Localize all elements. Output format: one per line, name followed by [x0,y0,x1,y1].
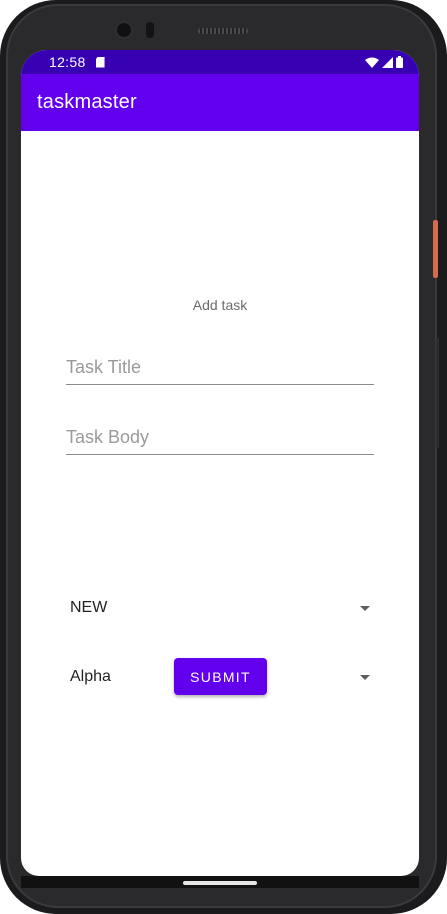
earpiece-speaker [198,28,248,34]
chevron-down-icon [360,605,370,611]
status-time: 12:58 [49,54,86,70]
task-title-input[interactable] [66,350,374,384]
volume-button[interactable] [436,338,439,448]
sd-card-icon [95,56,105,68]
status-dropdown[interactable]: NEW [70,593,370,623]
battery-icon [396,56,403,68]
status-dropdown-value: NEW [70,599,108,616]
team-dropdown-value: Alpha [70,668,111,685]
submit-button[interactable]: SUBMIT [174,658,267,695]
add-task-form: Add task NEW Alpha SUBMIT [21,131,419,876]
signal-icon [382,56,393,68]
task-title-field-wrapper [66,350,374,385]
status-bar: 12:58 [21,50,419,74]
home-gesture-handle[interactable] [183,881,257,885]
device-screen: 12:58 taskmaster Add task Task Title Tas… [21,50,419,876]
chevron-down-icon [360,674,370,680]
phone-device-frame: 12:58 taskmaster Add task Task Title Tas… [0,0,447,914]
app-title: taskmaster [37,91,137,113]
front-camera [114,20,134,40]
task-body-input[interactable] [66,420,374,454]
status-icons [365,56,403,68]
proximity-sensor [146,22,154,38]
form-heading: Add task [192,297,248,313]
task-body-field-wrapper [66,420,374,455]
power-button[interactable] [433,220,438,278]
wifi-icon [365,57,379,68]
app-bar: taskmaster [21,74,419,131]
